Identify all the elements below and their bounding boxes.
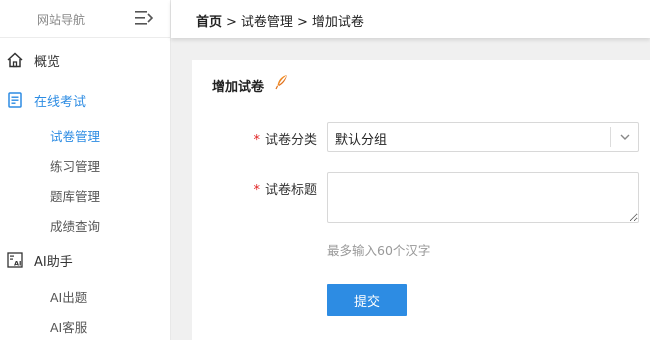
- sidebar: 网站导航 概览 在线考试 试卷管理 练习管理 题库管理 成绩查询 AI AI助手…: [0, 0, 171, 340]
- main-content: 增加试卷 * 试卷分类 默认分组 * 试卷标题 最多输入60个汉字 提交: [171, 38, 650, 340]
- select-divider: [610, 127, 611, 147]
- sidebar-subitem-label: AI出题: [50, 289, 88, 305]
- sidebar-subitem-label: 试卷管理: [50, 128, 101, 144]
- sidebar-item-label: 在线考试: [34, 94, 87, 110]
- ai-icon: AI: [5, 250, 25, 270]
- form-card: 增加试卷 * 试卷分类 默认分组 * 试卷标题 最多输入60个汉字 提交: [192, 60, 650, 340]
- category-label-text: 试卷分类: [264, 133, 317, 148]
- title-label: * 试卷标题: [207, 179, 317, 198]
- sidebar-item-ai-service[interactable]: AI客服: [0, 311, 171, 340]
- sidebar-item-ai-assistant[interactable]: AI AI助手: [0, 245, 171, 275]
- required-mark: *: [253, 183, 260, 198]
- title-hint: 最多输入60个汉字: [327, 243, 431, 258]
- sidebar-header: 网站导航: [0, 0, 170, 38]
- menu-toggle-icon[interactable]: [135, 10, 154, 26]
- breadcrumb-separator: >: [226, 15, 237, 30]
- exam-icon: [5, 90, 25, 110]
- top-bar: 首页 > 试卷管理 > 增加试卷: [171, 0, 650, 38]
- breadcrumb-level2: 增加试卷: [311, 15, 364, 30]
- sidebar-subitem-label: AI客服: [50, 319, 88, 335]
- chevron-down-icon[interactable]: [619, 131, 631, 143]
- sidebar-subitem-label: 成绩查询: [50, 218, 101, 234]
- page-title: 增加试卷: [212, 80, 265, 95]
- home-icon: [5, 50, 25, 70]
- breadcrumb: 首页 > 试卷管理 > 增加试卷: [196, 11, 364, 30]
- sidebar-item-overview[interactable]: 概览: [0, 45, 171, 75]
- sidebar-item-label: 概览: [34, 54, 61, 70]
- category-label: * 试卷分类: [207, 129, 317, 148]
- sidebar-item-label: AI助手: [34, 254, 73, 270]
- sidebar-item-online-exam[interactable]: 在线考试: [0, 85, 171, 115]
- svg-text:AI: AI: [14, 260, 21, 268]
- breadcrumb-separator: >: [296, 15, 308, 30]
- sidebar-item-ai-question[interactable]: AI出题: [0, 281, 171, 311]
- sidebar-item-question-bank[interactable]: 题库管理: [0, 180, 171, 210]
- submit-button[interactable]: 提交: [327, 284, 407, 316]
- title-textarea[interactable]: [327, 172, 639, 223]
- required-mark: *: [253, 133, 260, 148]
- feather-icon: [275, 74, 289, 90]
- breadcrumb-level1[interactable]: 试卷管理: [241, 15, 293, 30]
- sidebar-subitem-label: 练习管理: [50, 158, 101, 174]
- sidebar-title: 网站导航: [37, 13, 86, 27]
- sidebar-item-practice-management[interactable]: 练习管理: [0, 150, 171, 180]
- sidebar-subitem-label: 题库管理: [50, 188, 101, 204]
- category-select[interactable]: 默认分组: [327, 122, 639, 152]
- sidebar-item-exam-paper-management[interactable]: 试卷管理: [0, 120, 171, 150]
- breadcrumb-home[interactable]: 首页: [196, 15, 222, 30]
- title-label-text: 试卷标题: [264, 183, 317, 198]
- category-select-value: 默认分组: [335, 133, 388, 148]
- sidebar-item-score-query[interactable]: 成绩查询: [0, 210, 171, 240]
